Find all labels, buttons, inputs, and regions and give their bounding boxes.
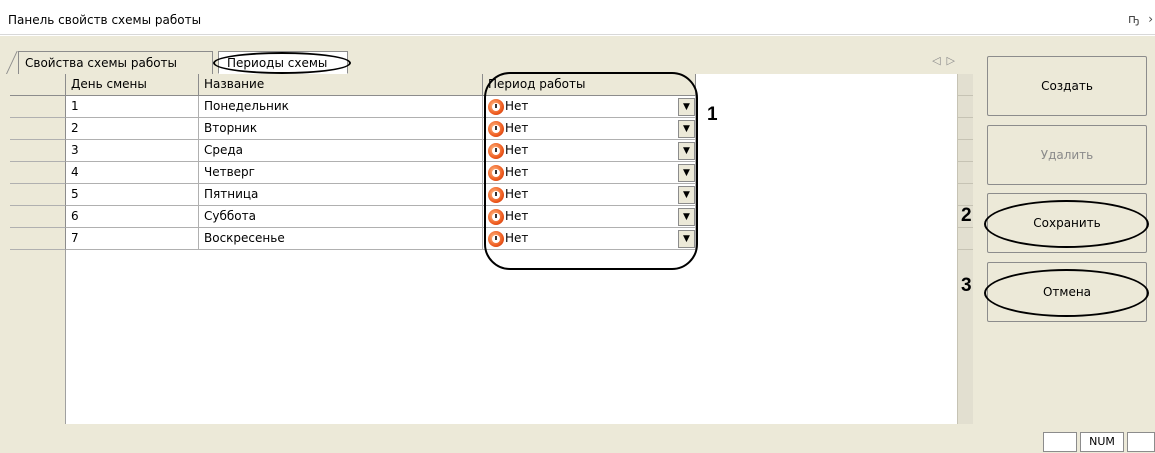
save-button[interactable]: Сохранить	[984, 193, 1149, 253]
status-num-indicator: NUM	[1080, 432, 1124, 452]
corner-header	[10, 74, 66, 96]
panel-titlebar: Панель свойств схемы работы ҧ ›	[0, 8, 1155, 35]
tab-schema-periods[interactable]: Периоды схемы	[213, 51, 351, 74]
column-header-day[interactable]: День смены	[66, 74, 199, 96]
scroll-segment	[958, 162, 974, 184]
name-cell[interactable]: Среда	[199, 140, 483, 162]
name-cell[interactable]: Воскресенье	[199, 228, 483, 250]
scroll-segment	[958, 228, 974, 250]
name-cell[interactable]: Пятница	[199, 184, 483, 206]
button-label: Создать	[1041, 79, 1093, 93]
horizontal-scroll-area	[0, 424, 973, 453]
period-column-highlight	[484, 72, 698, 270]
scroll-segment	[958, 140, 974, 162]
delete-button[interactable]: Удалить	[987, 125, 1147, 185]
tab-label: Свойства схемы работы	[25, 56, 178, 70]
row-header[interactable]	[10, 118, 66, 140]
column-header-name[interactable]: Название	[199, 74, 483, 96]
callout-number: 3	[961, 275, 972, 296]
grid-vertical-scrollbar[interactable]	[957, 74, 974, 424]
cancel-button[interactable]: Отмена	[984, 262, 1149, 322]
button-label: Удалить	[1040, 148, 1094, 162]
day-cell[interactable]: 7	[66, 228, 199, 250]
scroll-segment	[958, 96, 974, 118]
pin-icon[interactable]: ҧ	[1128, 12, 1139, 26]
create-button[interactable]: Создать	[987, 56, 1147, 116]
tab-strip: Свойства схемы работы Периоды схемы ◁▷	[0, 36, 973, 74]
highlight-oval	[984, 269, 1149, 317]
scroll-segment	[958, 118, 974, 140]
day-cell[interactable]: 6	[66, 206, 199, 228]
status-cell	[1043, 432, 1077, 452]
callout-number: 1	[707, 104, 718, 125]
row-header[interactable]	[10, 184, 66, 206]
tab-schema-properties[interactable]: Свойства схемы работы	[18, 51, 213, 74]
day-cell[interactable]: 5	[66, 184, 199, 206]
name-cell[interactable]: Четверг	[199, 162, 483, 184]
day-cell[interactable]: 1	[66, 96, 199, 118]
tab-scroll-arrows-icon[interactable]: ◁▷	[932, 54, 961, 67]
tab-label: Периоды схемы	[227, 56, 328, 70]
row-header[interactable]	[10, 96, 66, 118]
row-header[interactable]	[10, 206, 66, 228]
scroll-segment	[958, 184, 974, 206]
row-header[interactable]	[10, 162, 66, 184]
name-cell[interactable]: Суббота	[199, 206, 483, 228]
panel-title: Панель свойств схемы работы	[8, 13, 202, 27]
day-cell[interactable]: 2	[66, 118, 199, 140]
highlight-oval	[984, 200, 1149, 248]
close-icon[interactable]: ›	[1148, 12, 1153, 26]
name-cell[interactable]: Вторник	[199, 118, 483, 140]
day-cell[interactable]: 4	[66, 162, 199, 184]
row-header[interactable]	[10, 228, 66, 250]
day-cell[interactable]: 3	[66, 140, 199, 162]
name-cell[interactable]: Понедельник	[199, 96, 483, 118]
callout-number: 2	[961, 205, 972, 226]
status-cell	[1127, 432, 1155, 452]
actions-panel: Создать Удалить Сохранить Отмена	[973, 36, 1155, 453]
scroll-segment	[958, 74, 974, 96]
row-header[interactable]	[10, 140, 66, 162]
